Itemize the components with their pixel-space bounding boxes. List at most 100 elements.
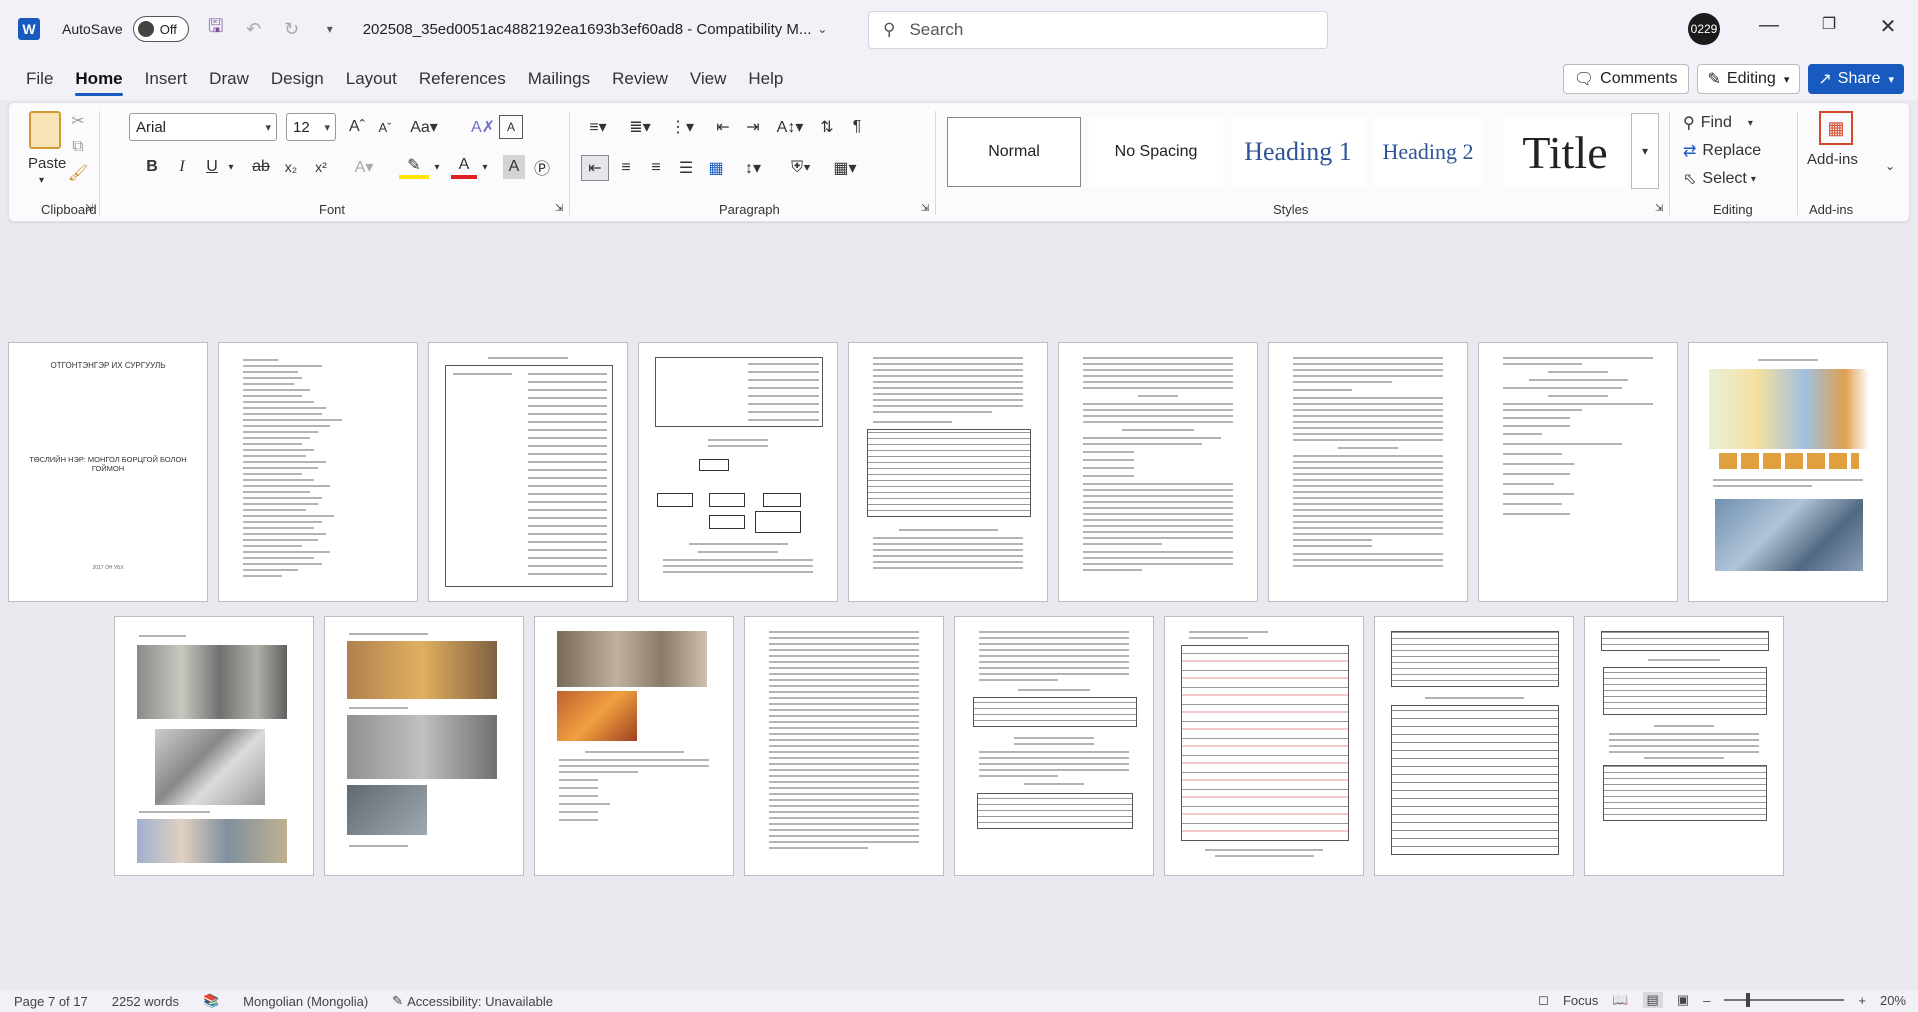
- accessibility-status[interactable]: Accessibility: Unavailable: [407, 994, 553, 1009]
- numbering-icon[interactable]: ≣▾: [623, 115, 657, 139]
- page-thumbnail-5[interactable]: [848, 342, 1048, 602]
- shading-icon[interactable]: ⛨▾: [783, 155, 819, 181]
- distributed-icon[interactable]: ▦: [703, 155, 729, 181]
- search-box[interactable]: ⚲: [868, 11, 1328, 49]
- shrink-font-icon[interactable]: Aˇ: [373, 115, 397, 139]
- style-heading-2[interactable]: Heading 2: [1373, 117, 1483, 187]
- tab-references[interactable]: References: [408, 58, 517, 100]
- tab-insert[interactable]: Insert: [134, 58, 199, 100]
- tab-layout[interactable]: Layout: [335, 58, 408, 100]
- sort-icon[interactable]: ⇅: [815, 115, 839, 139]
- page-thumbnail-12[interactable]: [534, 616, 734, 876]
- chevron-down-icon[interactable]: ▾: [39, 175, 44, 186]
- copy-icon[interactable]: ⧉: [67, 137, 89, 157]
- align-right-icon[interactable]: ≡: [643, 155, 669, 181]
- web-layout-icon[interactable]: ▣: [1677, 992, 1689, 1008]
- bold-icon[interactable]: B: [141, 155, 163, 179]
- style-heading-1[interactable]: Heading 1: [1231, 117, 1365, 187]
- zoom-slider[interactable]: [1724, 993, 1845, 1007]
- comments-button[interactable]: 🗨 Comments: [1562, 64, 1689, 94]
- proofing-icon[interactable]: 📚: [203, 993, 219, 1009]
- page-thumbnail-8[interactable]: [1478, 342, 1678, 602]
- text-effects-icon[interactable]: A: [499, 115, 523, 139]
- page-thumbnail-1[interactable]: ОТГОНТЭНГЭР ИХ СУРГУУЛЬ ТӨСЛИЙН НЭР: МОН…: [8, 342, 208, 602]
- multilevel-list-icon[interactable]: ⋮▾: [665, 115, 699, 139]
- underline-icon[interactable]: U: [201, 155, 223, 179]
- select-button[interactable]: ⬁ Select ▾: [1683, 167, 1756, 191]
- redo-icon[interactable]: ↻: [281, 19, 303, 40]
- share-button[interactable]: ↗ Share ▾: [1808, 64, 1904, 94]
- zoom-out-icon[interactable]: –: [1703, 993, 1710, 1008]
- font-size-box[interactable]: 12 ▾: [286, 113, 336, 141]
- zoom-thumb[interactable]: [1746, 993, 1751, 1007]
- page-thumbnail-9[interactable]: [1688, 342, 1888, 602]
- line-spacing-icon[interactable]: ↕▾: [735, 155, 771, 181]
- dialog-launcher-icon[interactable]: ⇲: [1655, 203, 1663, 214]
- page-thumbnail-15[interactable]: [1164, 616, 1364, 876]
- undo-icon[interactable]: ↶: [243, 19, 265, 40]
- justify-icon[interactable]: ☰: [673, 155, 699, 181]
- chevron-down-icon[interactable]: ▾: [431, 155, 443, 179]
- format-painter-icon[interactable]: 🖌: [67, 163, 89, 183]
- autosave-toggle[interactable]: Off: [132, 16, 189, 42]
- zoom-in-icon[interactable]: +: [1858, 993, 1866, 1008]
- zoom-level[interactable]: 20%: [1880, 993, 1906, 1008]
- page-thumbnail-2[interactable]: [218, 342, 418, 602]
- page-thumbnail-3[interactable]: [428, 342, 628, 602]
- chevron-down-icon[interactable]: ▾: [479, 155, 491, 179]
- font-color-icon[interactable]: A: [451, 155, 477, 179]
- minimize-icon[interactable]: —: [1754, 14, 1784, 37]
- change-case-icon[interactable]: Aa▾: [407, 115, 441, 139]
- text-effects-menu-icon[interactable]: A▾: [349, 155, 379, 179]
- style-title[interactable]: Title: [1503, 117, 1627, 187]
- font-name-box[interactable]: Arial ▾: [129, 113, 277, 141]
- restore-icon[interactable]: ❐: [1814, 14, 1844, 34]
- decrease-indent-icon[interactable]: ⇤: [711, 115, 735, 139]
- word-count[interactable]: 2252 words: [112, 994, 179, 1009]
- tab-view[interactable]: View: [679, 58, 738, 100]
- find-button[interactable]: ⚲ Find ▾: [1683, 111, 1753, 135]
- document-canvas[interactable]: ОТГОНТЭНГЭР ИХ СУРГУУЛЬ ТӨСЛИЙН НЭР: МОН…: [0, 224, 1918, 988]
- tab-help[interactable]: Help: [737, 58, 794, 100]
- dialog-launcher-icon[interactable]: ⇲: [921, 203, 929, 214]
- superscript-icon[interactable]: x²: [309, 155, 333, 179]
- page-thumbnail-4[interactable]: [638, 342, 838, 602]
- page-count[interactable]: Page 7 of 17: [14, 994, 88, 1009]
- focus-label[interactable]: Focus: [1563, 993, 1598, 1008]
- increase-indent-icon[interactable]: ⇥: [741, 115, 765, 139]
- add-ins-icon[interactable]: ▦: [1819, 111, 1853, 145]
- chevron-down-icon[interactable]: ⌄: [817, 22, 827, 36]
- avatar[interactable]: 0229: [1688, 13, 1720, 45]
- tab-draw[interactable]: Draw: [198, 58, 260, 100]
- borders-icon[interactable]: ▦▾: [827, 155, 863, 181]
- chevron-down-icon[interactable]: ▾: [225, 155, 237, 179]
- dialog-launcher-icon[interactable]: ⇲: [85, 203, 93, 214]
- editing-mode-button[interactable]: ✎ Editing ▾: [1696, 64, 1801, 94]
- tab-file[interactable]: File: [15, 58, 64, 100]
- italic-icon[interactable]: I: [171, 155, 193, 179]
- highlight-color-icon[interactable]: ✎: [399, 155, 429, 179]
- tab-home[interactable]: Home: [64, 58, 133, 100]
- tab-mailings[interactable]: Mailings: [517, 58, 601, 100]
- language[interactable]: Mongolian (Mongolia): [243, 994, 368, 1009]
- cut-icon[interactable]: ✂: [67, 111, 89, 131]
- character-shading-icon[interactable]: A: [503, 155, 525, 179]
- show-marks-icon[interactable]: ¶: [845, 115, 869, 139]
- styles-gallery-more-icon[interactable]: ▾: [1631, 113, 1659, 189]
- align-center-icon[interactable]: ≡: [613, 155, 639, 181]
- page-thumbnail-16[interactable]: [1374, 616, 1574, 876]
- add-ins-label[interactable]: Add-ins: [1807, 151, 1858, 168]
- dialog-launcher-icon[interactable]: ⇲: [555, 203, 563, 214]
- page-thumbnail-6[interactable]: [1058, 342, 1258, 602]
- subscript-icon[interactable]: x₂: [279, 155, 303, 179]
- focus-icon[interactable]: ◻: [1538, 992, 1549, 1008]
- page-thumbnail-14[interactable]: [954, 616, 1154, 876]
- grow-font-icon[interactable]: Aˆ: [345, 115, 369, 139]
- bullets-icon[interactable]: ≡▾: [581, 115, 615, 139]
- tab-review[interactable]: Review: [601, 58, 679, 100]
- paste-icon[interactable]: [29, 111, 61, 149]
- page-thumbnail-11[interactable]: [324, 616, 524, 876]
- print-layout-icon[interactable]: ▤: [1642, 992, 1663, 1008]
- replace-button[interactable]: ⇄ Replace: [1683, 139, 1761, 163]
- style-no-spacing[interactable]: No Spacing: [1089, 117, 1223, 187]
